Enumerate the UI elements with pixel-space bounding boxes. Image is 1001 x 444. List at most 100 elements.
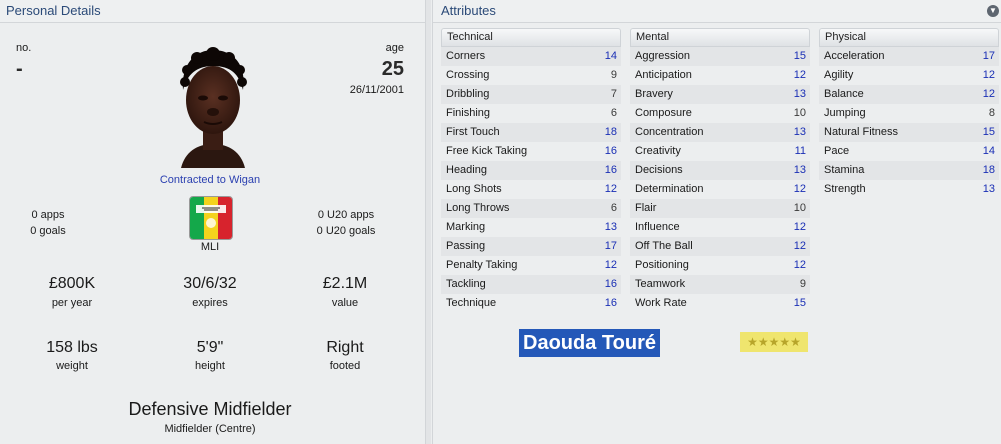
attribute-row[interactable]: Pace 14 xyxy=(819,142,999,161)
attribute-row[interactable]: Concentration 13 xyxy=(630,123,810,142)
attribute-value: 17 xyxy=(982,50,995,62)
attribute-row[interactable]: Crossing 9 xyxy=(441,66,621,85)
attribute-row[interactable]: Technique 16 xyxy=(441,294,621,313)
attribute-value: 17 xyxy=(604,240,617,252)
attribute-row[interactable]: Natural Fitness 15 xyxy=(819,123,999,142)
attribute-name: Penalty Taking xyxy=(446,259,518,271)
attribute-name: Acceleration xyxy=(824,50,885,62)
attribute-value: 18 xyxy=(604,126,617,138)
panel-divider xyxy=(426,0,431,444)
attribute-name: Long Shots xyxy=(446,183,502,195)
star-rating: ★★★★★ xyxy=(740,332,808,352)
attribute-row[interactable]: Flair 10 xyxy=(630,199,810,218)
attributes-header: Attributes xyxy=(433,0,1001,23)
mental-header: Mental xyxy=(630,28,810,47)
attribute-name: Tackling xyxy=(446,278,486,290)
attribute-row[interactable]: Passing 17 xyxy=(441,237,621,256)
attribute-row[interactable]: Jumping 8 xyxy=(819,104,999,123)
attribute-row[interactable]: Anticipation 12 xyxy=(630,66,810,85)
attribute-name: Technique xyxy=(446,297,497,309)
squad-number-value: - xyxy=(16,58,23,80)
attribute-value: 13 xyxy=(982,183,995,195)
attribute-row[interactable]: Work Rate 15 xyxy=(630,294,810,313)
attribute-row[interactable]: Composure 10 xyxy=(630,104,810,123)
attribute-name: Concentration xyxy=(635,126,704,138)
attribute-name: Teamwork xyxy=(635,278,686,290)
player-value-label: value xyxy=(331,297,359,309)
contract-expires-value: 30/6/32 xyxy=(183,275,237,292)
attribute-name: Long Throws xyxy=(446,202,510,214)
attribute-value: 12 xyxy=(982,69,995,81)
attribute-row[interactable]: Teamwork 9 xyxy=(630,275,810,294)
attribute-row[interactable]: First Touch 18 xyxy=(441,123,621,142)
date-of-birth: 26/11/2001 xyxy=(349,84,404,96)
attribute-value: 10 xyxy=(793,202,806,214)
player-position-detail: Midfielder (Centre) xyxy=(164,423,256,435)
chevron-down-icon[interactable]: ▼ xyxy=(987,5,999,17)
star-rating-icon: ★★★★★ xyxy=(747,335,801,349)
apps-count: 0 apps xyxy=(31,209,65,221)
attribute-value: 18 xyxy=(982,164,995,176)
attribute-row[interactable]: Dribbling 7 xyxy=(441,85,621,104)
attribute-row[interactable]: Long Throws 6 xyxy=(441,199,621,218)
attribute-row[interactable]: Finishing 6 xyxy=(441,104,621,123)
attribute-row[interactable]: Marking 13 xyxy=(441,218,621,237)
attribute-row[interactable]: Heading 16 xyxy=(441,161,621,180)
attribute-row[interactable]: Determination 12 xyxy=(630,180,810,199)
attribute-row[interactable]: Off The Ball 12 xyxy=(630,237,810,256)
attribute-value: 13 xyxy=(793,88,806,100)
attribute-value: 12 xyxy=(793,69,806,81)
height-value: 5'9" xyxy=(196,339,224,356)
attribute-value: 12 xyxy=(793,183,806,195)
attribute-value: 14 xyxy=(982,145,995,157)
personal-details-header: Personal Details xyxy=(0,0,425,23)
attribute-row[interactable]: Acceleration 17 xyxy=(819,47,999,66)
weight-label: weight xyxy=(56,360,88,372)
mental-column: Mental Aggression 15 Anticipation 12 Bravery… xyxy=(630,28,810,313)
attribute-row[interactable]: Stamina 18 xyxy=(819,161,999,180)
attribute-row[interactable]: Agility 12 xyxy=(819,66,999,85)
attribute-row[interactable]: Corners 14 xyxy=(441,47,621,66)
attribute-row[interactable]: Long Shots 12 xyxy=(441,180,621,199)
attribute-row[interactable]: Influence 12 xyxy=(630,218,810,237)
attribute-value: 6 xyxy=(610,107,617,119)
attribute-name: Composure xyxy=(635,107,692,119)
attribute-row[interactable]: Free Kick Taking 16 xyxy=(441,142,621,161)
squad-number-label: no. xyxy=(16,42,32,54)
personal-details-panel: Personal Details no. - age 25 26/11/2001 xyxy=(0,0,426,444)
nation-code: MLI xyxy=(200,241,220,253)
attribute-row[interactable]: Creativity 11 xyxy=(630,142,810,161)
attribute-value: 15 xyxy=(793,50,806,62)
attribute-value: 12 xyxy=(793,240,806,252)
u20-apps-count: 0 U20 apps xyxy=(317,209,375,221)
u20-goals-count: 0 U20 goals xyxy=(316,225,376,237)
attribute-row[interactable]: Tackling 16 xyxy=(441,275,621,294)
attribute-value: 13 xyxy=(604,221,617,233)
attribute-value: 16 xyxy=(604,164,617,176)
attribute-value: 10 xyxy=(793,107,806,119)
footed-value: Right xyxy=(326,339,364,356)
attribute-row[interactable]: Positioning 12 xyxy=(630,256,810,275)
attribute-row[interactable]: Decisions 13 xyxy=(630,161,810,180)
contract-link[interactable]: Contracted to Wigan xyxy=(0,174,420,186)
attribute-name: Agility xyxy=(824,69,854,81)
attribute-row[interactable]: Balance 12 xyxy=(819,85,999,104)
attribute-value: 6 xyxy=(610,202,617,214)
attribute-name: Marking xyxy=(446,221,486,233)
attribute-row[interactable]: Bravery 13 xyxy=(630,85,810,104)
attribute-name: Decisions xyxy=(635,164,683,176)
nation-flag-icon[interactable] xyxy=(189,196,233,240)
goals-count: 0 goals xyxy=(30,225,66,237)
attribute-value: 15 xyxy=(982,126,995,138)
technical-header: Technical xyxy=(441,28,621,47)
physical-header: Physical xyxy=(819,28,999,47)
attribute-name: Anticipation xyxy=(635,69,692,81)
attribute-row[interactable]: Strength 13 xyxy=(819,180,999,199)
attribute-value: 16 xyxy=(604,278,617,290)
weight-value: 158 lbs xyxy=(46,339,98,356)
age-value: 25 xyxy=(381,58,404,80)
attribute-row[interactable]: Penalty Taking 12 xyxy=(441,256,621,275)
wage-value: £800K xyxy=(48,275,96,292)
attribute-value: 13 xyxy=(793,164,806,176)
attribute-row[interactable]: Aggression 15 xyxy=(630,47,810,66)
